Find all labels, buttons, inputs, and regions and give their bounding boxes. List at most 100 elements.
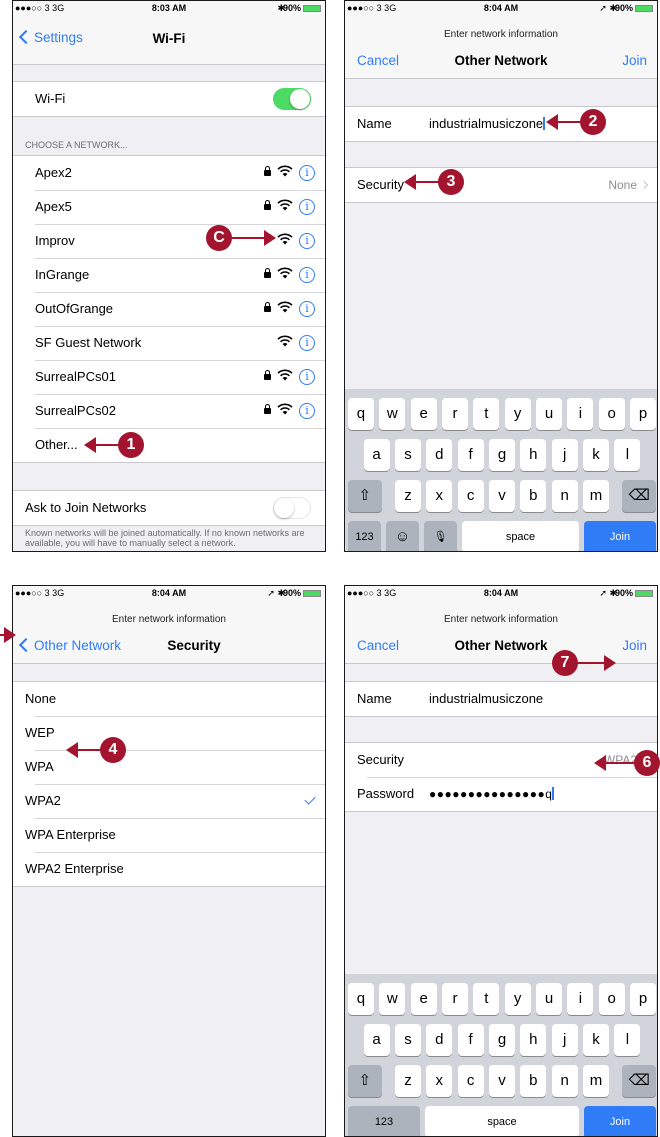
- key-m[interactable]: m: [583, 1065, 609, 1097]
- key-l[interactable]: l: [614, 439, 641, 471]
- network-row[interactable]: Apex2 i: [13, 156, 325, 190]
- key-v[interactable]: v: [489, 480, 515, 512]
- key-g[interactable]: g: [489, 439, 515, 471]
- key-y[interactable]: y: [504, 398, 531, 430]
- key-i[interactable]: i: [567, 398, 594, 430]
- security-option[interactable]: WPA Enterprise: [13, 818, 325, 852]
- name-input[interactable]: industrialmusiczone: [429, 107, 545, 141]
- callout-c: C: [206, 225, 278, 251]
- key-h[interactable]: h: [520, 439, 547, 471]
- key-h[interactable]: h: [520, 1024, 547, 1056]
- security-option[interactable]: WPA: [13, 750, 325, 784]
- key-k[interactable]: k: [583, 439, 609, 471]
- key-e[interactable]: e: [410, 983, 437, 1015]
- security-row[interactable]: Security None: [345, 168, 657, 202]
- keyboard-join-key[interactable]: Join: [584, 521, 656, 551]
- delete-key[interactable]: ⌫: [622, 480, 656, 512]
- password-input[interactable]: ●●●●●●●●●●●●●●●q: [429, 777, 554, 811]
- key-j[interactable]: j: [551, 1024, 578, 1056]
- wifi-toggle[interactable]: [273, 88, 311, 110]
- network-row[interactable]: SF Guest Network i: [13, 326, 325, 360]
- numbers-key[interactable]: 123: [348, 1106, 420, 1136]
- key-m[interactable]: m: [583, 480, 609, 512]
- key-b[interactable]: b: [520, 480, 547, 512]
- key-c[interactable]: c: [457, 480, 484, 512]
- info-icon[interactable]: i: [299, 403, 315, 419]
- security-option[interactable]: WEP: [13, 716, 325, 750]
- key-n[interactable]: n: [551, 1065, 578, 1097]
- info-icon[interactable]: i: [299, 369, 315, 385]
- key-q[interactable]: q: [348, 983, 374, 1015]
- network-row[interactable]: SurrealPCs02 i: [13, 394, 325, 428]
- key-d[interactable]: d: [426, 1024, 453, 1056]
- key-q[interactable]: q: [348, 398, 374, 430]
- security-option[interactable]: WPA2: [13, 784, 325, 818]
- wifi-signal-icon: [277, 258, 293, 292]
- key-o[interactable]: o: [598, 398, 625, 430]
- delete-key[interactable]: ⌫: [622, 1065, 656, 1097]
- key-t[interactable]: t: [473, 398, 500, 430]
- key-o[interactable]: o: [598, 983, 625, 1015]
- key-u[interactable]: u: [536, 398, 562, 430]
- security-option[interactable]: None: [13, 682, 325, 716]
- space-key[interactable]: space: [425, 1106, 579, 1136]
- network-row[interactable]: SurrealPCs01 i: [13, 360, 325, 394]
- key-y[interactable]: y: [504, 983, 531, 1015]
- key-v[interactable]: v: [489, 1065, 515, 1097]
- info-icon[interactable]: i: [299, 165, 315, 181]
- key-s[interactable]: s: [395, 1024, 421, 1056]
- security-option[interactable]: WPA2 Enterprise: [13, 852, 325, 886]
- key-f[interactable]: f: [457, 439, 484, 471]
- key-b[interactable]: b: [520, 1065, 547, 1097]
- name-input[interactable]: industrialmusiczone: [429, 682, 543, 716]
- lock-icon: [264, 370, 271, 382]
- security-panel: ●●●○○ 3 3G 8:04 AM ➚ ✱ 90% Enter network…: [12, 585, 326, 1137]
- join-button[interactable]: Join: [622, 53, 647, 68]
- key-p[interactable]: p: [630, 398, 656, 430]
- info-icon[interactable]: i: [299, 233, 315, 249]
- network-row[interactable]: Improv i: [13, 224, 325, 258]
- shift-key[interactable]: ⇧: [348, 480, 382, 512]
- dictation-key[interactable]: 🎙: [424, 521, 457, 551]
- info-icon[interactable]: i: [299, 335, 315, 351]
- key-n[interactable]: n: [551, 480, 578, 512]
- key-r[interactable]: r: [442, 398, 468, 430]
- key-z[interactable]: z: [395, 1065, 421, 1097]
- key-p[interactable]: p: [630, 983, 656, 1015]
- other-network-row[interactable]: Other...: [13, 428, 325, 462]
- key-g[interactable]: g: [489, 1024, 515, 1056]
- space-key[interactable]: space: [462, 521, 579, 551]
- key-k[interactable]: k: [583, 1024, 609, 1056]
- key-j[interactable]: j: [551, 439, 578, 471]
- key-l[interactable]: l: [614, 1024, 641, 1056]
- key-s[interactable]: s: [395, 439, 421, 471]
- network-row[interactable]: InGrange i: [13, 258, 325, 292]
- key-e[interactable]: e: [410, 398, 437, 430]
- keyboard-join-key[interactable]: Join: [584, 1106, 656, 1136]
- ask-to-join-toggle[interactable]: [273, 497, 311, 519]
- key-a[interactable]: a: [363, 1024, 390, 1056]
- key-x[interactable]: x: [426, 480, 453, 512]
- navigation-bar: Enter network information Cancel Other N…: [345, 15, 657, 79]
- key-f[interactable]: f: [457, 1024, 484, 1056]
- emoji-key[interactable]: ☺: [386, 521, 419, 551]
- key-x[interactable]: x: [426, 1065, 453, 1097]
- key-w[interactable]: w: [379, 983, 406, 1015]
- key-c[interactable]: c: [457, 1065, 484, 1097]
- network-row[interactable]: Apex5 i: [13, 190, 325, 224]
- key-w[interactable]: w: [379, 398, 406, 430]
- shift-key[interactable]: ⇧: [348, 1065, 382, 1097]
- info-icon[interactable]: i: [299, 301, 315, 317]
- key-a[interactable]: a: [363, 439, 390, 471]
- key-i[interactable]: i: [567, 983, 594, 1015]
- info-icon[interactable]: i: [299, 199, 315, 215]
- key-t[interactable]: t: [473, 983, 500, 1015]
- numbers-key[interactable]: 123: [348, 521, 381, 551]
- network-row[interactable]: OutOfGrange i: [13, 292, 325, 326]
- key-z[interactable]: z: [395, 480, 421, 512]
- key-u[interactable]: u: [536, 983, 562, 1015]
- key-r[interactable]: r: [442, 983, 468, 1015]
- join-button[interactable]: Join: [622, 638, 647, 653]
- info-icon[interactable]: i: [299, 267, 315, 283]
- key-d[interactable]: d: [426, 439, 453, 471]
